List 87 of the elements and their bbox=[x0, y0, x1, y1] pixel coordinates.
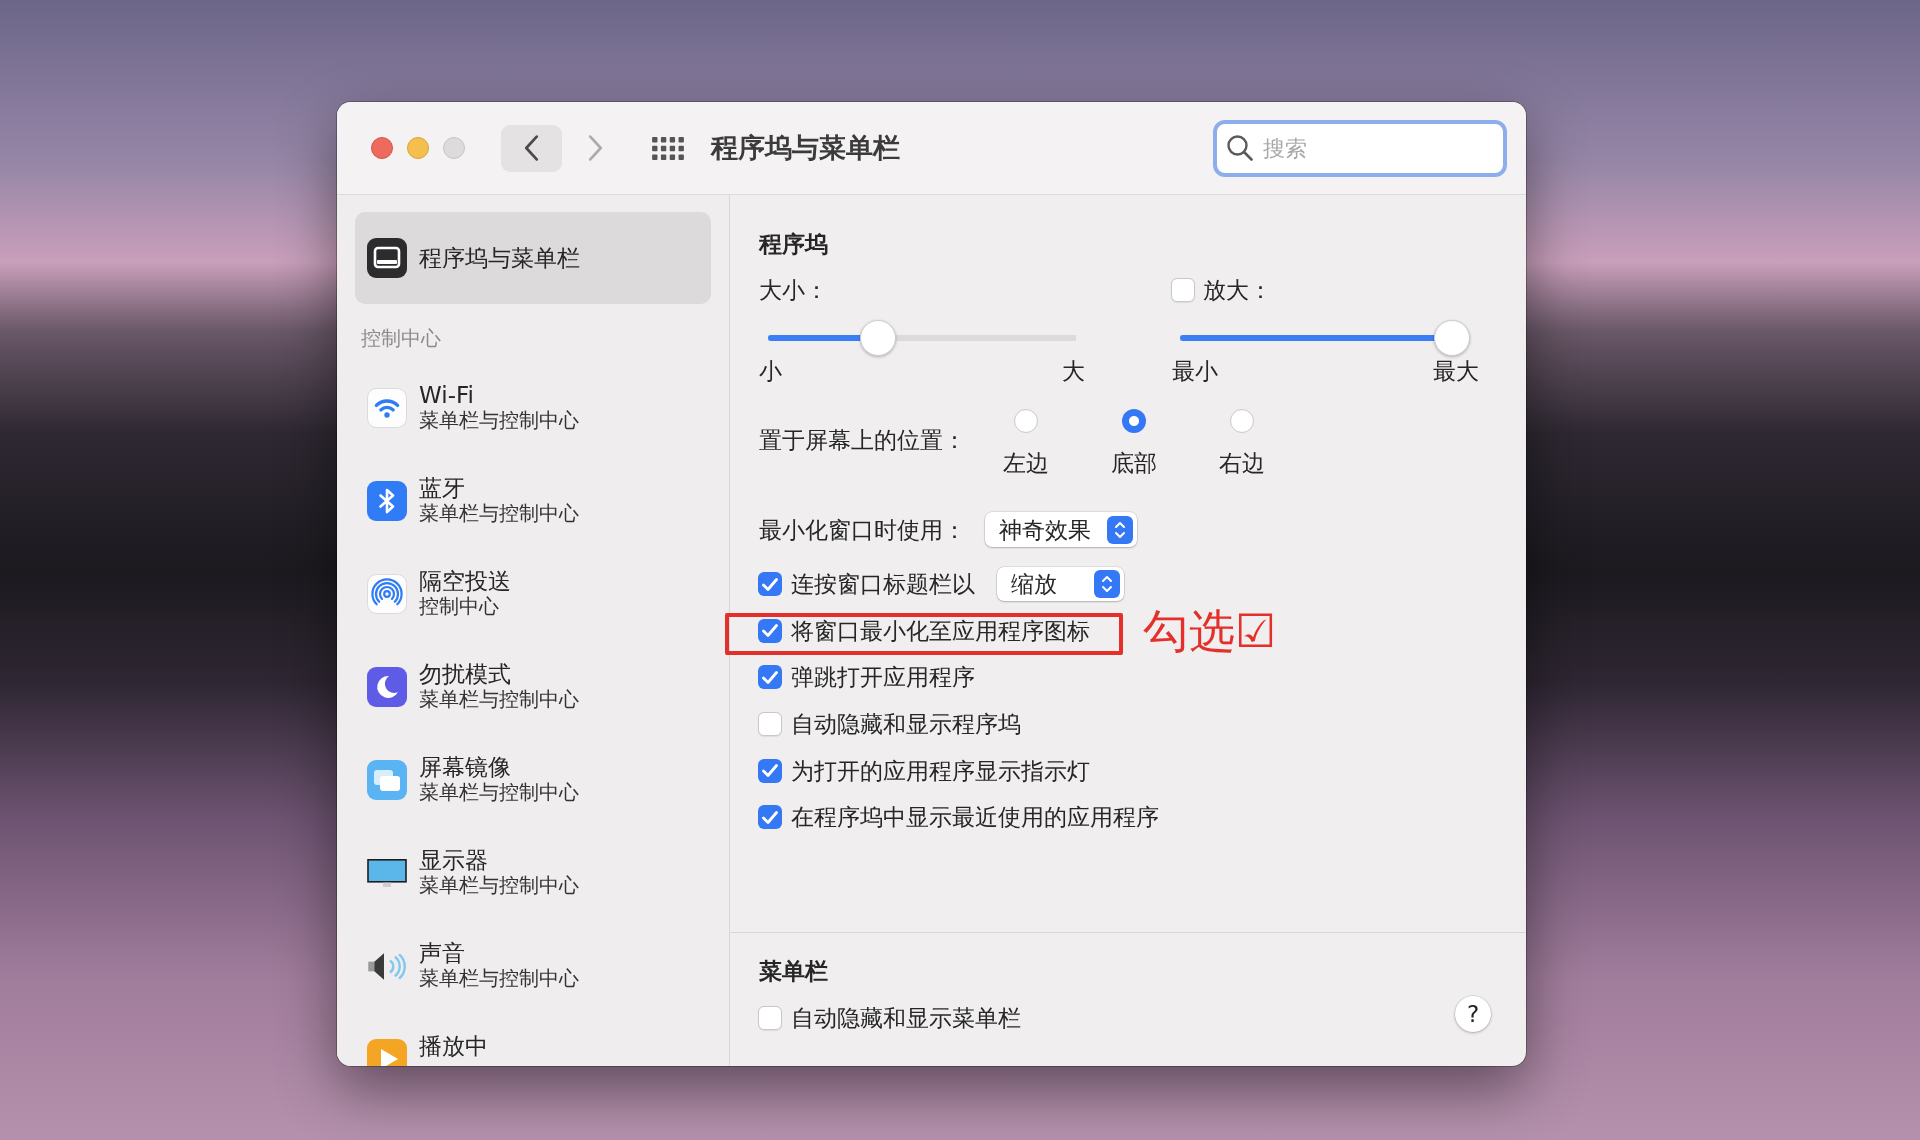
stepper-icon bbox=[1107, 515, 1133, 544]
checkmark-icon bbox=[762, 764, 778, 778]
chevron-left-icon bbox=[524, 135, 539, 161]
item-title: 勿扰模式 bbox=[419, 661, 511, 688]
monitor-icon bbox=[367, 859, 407, 887]
item-title: Wi-Fi bbox=[419, 382, 474, 409]
checkbox-label: 放大： bbox=[1203, 276, 1272, 304]
item-subtitle: 菜单栏与控制中心 bbox=[419, 688, 579, 712]
section-heading: 程序坞 bbox=[759, 230, 829, 258]
radio-label: 右边 bbox=[1219, 449, 1265, 477]
section-heading: 控制中心 bbox=[361, 327, 442, 351]
item-title: 程序坞与菜单栏 bbox=[419, 244, 580, 272]
item-subtitle: 菜单栏与控制中心 bbox=[419, 409, 579, 433]
checkbox-label: 为打开的应用程序显示指示灯 bbox=[791, 756, 1090, 785]
radio-label: 底部 bbox=[1111, 449, 1157, 477]
section-heading: 菜单栏 bbox=[759, 957, 829, 985]
item-title: 屏幕镜像 bbox=[419, 754, 511, 781]
radio-button[interactable] bbox=[1122, 409, 1146, 433]
annotation-text: 勾选☑ bbox=[1143, 606, 1277, 655]
radio-group-label: 置于屏幕上的位置： bbox=[759, 426, 967, 454]
item-title: 蓝牙 bbox=[419, 475, 465, 502]
search-icon bbox=[1227, 134, 1253, 161]
checkbox[interactable] bbox=[758, 618, 782, 643]
popup-label: 最小化窗口时使用： bbox=[759, 515, 966, 544]
sidebar-item[interactable]: 隔空投送 控制中心 bbox=[355, 548, 711, 641]
radio-button[interactable] bbox=[1014, 409, 1038, 433]
slider-max-label: 大 bbox=[1062, 357, 1085, 385]
wifi-icon bbox=[367, 388, 407, 428]
checkbox[interactable] bbox=[758, 1006, 782, 1031]
slider-label: 大小： bbox=[759, 276, 828, 304]
item-subtitle: 菜单栏与控制中心 bbox=[419, 502, 579, 526]
item-title: 显示器 bbox=[419, 847, 488, 874]
close-button[interactable] bbox=[371, 137, 393, 159]
back-button[interactable] bbox=[501, 124, 562, 172]
slider-max-label: 最大 bbox=[1433, 357, 1479, 385]
popup-button[interactable]: 神奇效果 bbox=[985, 512, 1137, 547]
minimize-button[interactable] bbox=[407, 137, 429, 159]
dock-icon bbox=[367, 238, 407, 278]
slider-thumb[interactable] bbox=[1434, 320, 1470, 356]
checkbox-label: 弹跳打开应用程序 bbox=[791, 663, 975, 692]
stepper-icon bbox=[1094, 570, 1120, 599]
checkbox-label: 连按窗口标题栏以 bbox=[791, 570, 975, 599]
signal-rings-icon bbox=[367, 574, 407, 614]
checkbox-label: 将窗口最小化至应用程序图标 bbox=[791, 616, 1090, 645]
sidebar-item[interactable]: 蓝牙 菜单栏与控制中心 bbox=[355, 455, 711, 548]
item-subtitle: 菜单栏与控制中心 bbox=[419, 781, 579, 805]
sidebar-item[interactable]: 声音 菜单栏与控制中心 bbox=[355, 920, 711, 1013]
popup-button[interactable]: 缩放 bbox=[997, 567, 1124, 602]
sidebar-item[interactable]: 显示器 菜单栏与控制中心 bbox=[355, 827, 711, 920]
checkmark-icon bbox=[762, 671, 778, 684]
sidebar-item[interactable]: 程序坞与菜单栏 bbox=[355, 212, 711, 304]
sidebar-item[interactable]: 勿扰模式 菜单栏与控制中心 bbox=[355, 641, 711, 734]
bluetooth-icon bbox=[367, 481, 407, 521]
checkmark-icon bbox=[762, 810, 778, 824]
checkbox-label: 在程序坞中显示最近使用的应用程序 bbox=[791, 803, 1159, 832]
item-title: 播放中 bbox=[419, 1033, 488, 1060]
help-button[interactable]: ? bbox=[1455, 996, 1491, 1032]
checkbox[interactable] bbox=[758, 712, 782, 737]
checkbox[interactable] bbox=[758, 805, 782, 830]
radio-label: 左边 bbox=[1003, 449, 1049, 477]
grid-icon[interactable] bbox=[652, 136, 684, 160]
slider-min-label: 最小 bbox=[1172, 357, 1218, 385]
speaker-icon bbox=[367, 951, 407, 981]
radio-button[interactable] bbox=[1230, 409, 1254, 433]
item-subtitle: 菜单栏与控制中心 bbox=[419, 874, 579, 898]
checkbox-label: 自动隐藏和显示程序坞 bbox=[791, 710, 1021, 739]
sidebar-item[interactable]: 播放中 bbox=[355, 1013, 711, 1066]
window-title: 程序坞与菜单栏 bbox=[711, 131, 900, 165]
checkmark-icon bbox=[762, 624, 778, 638]
item-subtitle: 菜单栏与控制中心 bbox=[419, 967, 579, 991]
checkbox[interactable] bbox=[758, 572, 782, 597]
sidebar-item[interactable]: 屏幕镜像 菜单栏与控制中心 bbox=[355, 734, 711, 827]
search-field[interactable]: 搜索 bbox=[1213, 119, 1507, 177]
checkbox[interactable] bbox=[758, 665, 782, 690]
item-title: 隔空投送 bbox=[419, 568, 511, 595]
slider-min-label: 小 bbox=[759, 357, 782, 385]
checkbox[interactable] bbox=[758, 758, 782, 783]
slider-thumb[interactable] bbox=[860, 320, 897, 356]
item-subtitle: 控制中心 bbox=[419, 595, 499, 619]
checkbox[interactable] bbox=[1171, 278, 1195, 302]
chevron-right-icon bbox=[588, 135, 603, 161]
sidebar-item[interactable]: Wi-Fi 菜单栏与控制中心 bbox=[355, 362, 711, 455]
checkmark-icon bbox=[762, 577, 778, 591]
checkbox-label: 自动隐藏和显示菜单栏 bbox=[791, 1004, 1021, 1033]
moon-icon bbox=[367, 667, 407, 707]
item-title: 声音 bbox=[419, 940, 465, 967]
overlapping-screens-icon bbox=[367, 760, 407, 800]
